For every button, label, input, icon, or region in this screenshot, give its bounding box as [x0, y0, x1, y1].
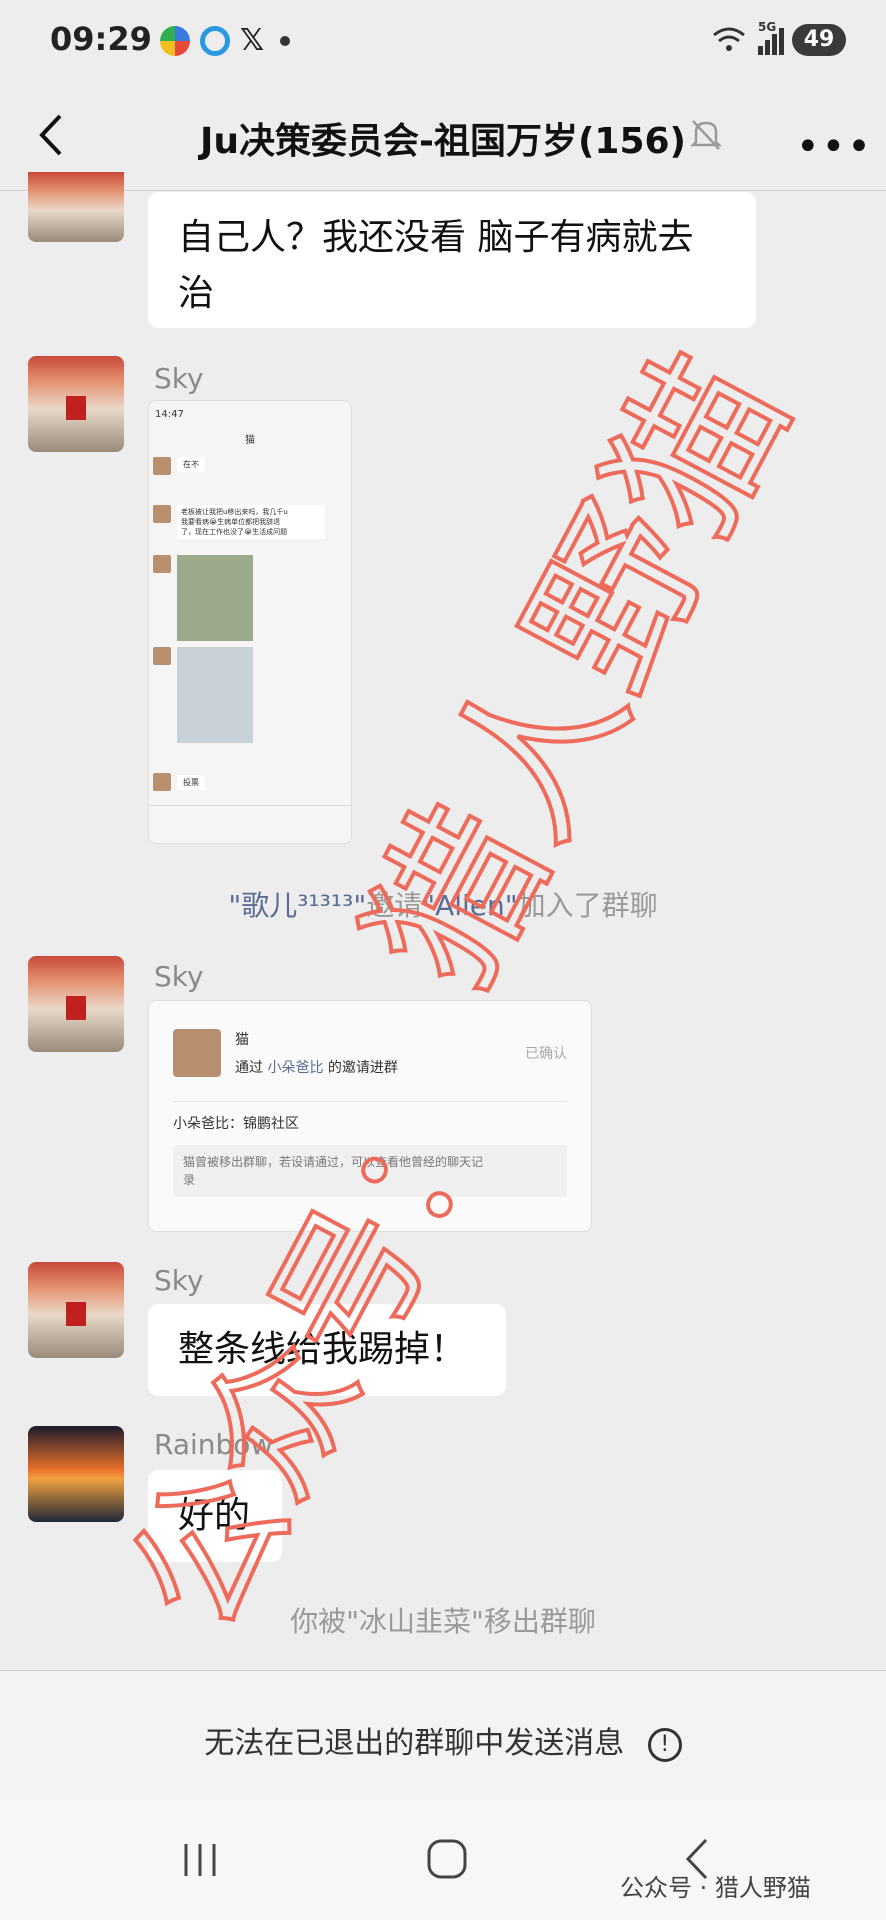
sender-avatar[interactable]	[28, 1262, 124, 1358]
card-avatar	[173, 1029, 221, 1077]
card-line2: 小朵爸比：锦鹏社区	[173, 1116, 299, 1132]
sender-avatar[interactable]	[28, 1426, 124, 1522]
app-notification-icon	[160, 26, 190, 56]
sender-avatar[interactable]	[28, 356, 124, 452]
sender-name: Sky	[154, 960, 204, 993]
image-message[interactable]: 14:47 猫 在不 老板被让我把u移出来吗，我几千u 我要看病😭生病单位都把我…	[148, 400, 352, 844]
footer-watermark: 公众号 · 猎人野猫	[620, 1874, 811, 1902]
battery-indicator: 49	[792, 24, 846, 56]
status-time: 09:29	[50, 20, 152, 58]
screenshot-avatar	[153, 505, 171, 523]
screenshot-image	[177, 555, 253, 641]
screenshot-bubble: 投票	[177, 775, 205, 790]
message-bubble[interactable]: 好的	[148, 1470, 282, 1562]
flag-icon	[66, 1302, 86, 1326]
screenshot-divider	[149, 805, 351, 806]
app-notification-icon-2	[200, 26, 230, 56]
screenshot-avatar	[153, 647, 171, 665]
card-divider	[173, 1101, 567, 1102]
cannot-send-notice: 无法在已退出的群聊中发送消息 !	[0, 1718, 886, 1762]
sender-name: Sky	[154, 362, 204, 395]
home-button[interactable]	[426, 1838, 468, 1884]
screenshot-time: 14:47	[155, 409, 184, 420]
more-options-button[interactable]: •••	[796, 124, 873, 170]
card-line1: 通过 小朵爸比 的邀请进群	[235, 1060, 398, 1076]
card-status: 已确认	[525, 1046, 567, 1062]
sender-avatar[interactable]	[28, 172, 124, 242]
system-message: 你被"冰山韭菜"移出群聊	[290, 1605, 596, 1638]
card-name: 猫	[235, 1032, 249, 1048]
sender-avatar[interactable]	[28, 956, 124, 1052]
home-icon	[427, 1839, 467, 1879]
screenshot-chat-title: 猫	[245, 435, 255, 446]
message-bubble[interactable]: 自己人？我还没看 脑子有病就去治	[148, 192, 756, 328]
screenshot-bubble: 在不	[177, 457, 205, 472]
sender-name: Sky	[154, 1264, 204, 1297]
screenshot-avatar	[153, 457, 171, 475]
screenshot-bubble: 老板被让我把u移出来吗，我几千u 我要看病😭生病单位都把我辞退 了，现在工作也没…	[177, 505, 325, 539]
dot-icon	[280, 36, 290, 46]
card-note: 猫曾被移出群聊，若设请通过，可以查看他曾经的聊天记录	[183, 1155, 484, 1187]
card-note-box: 猫曾被移出群聊，若设请通过，可以查看他曾经的聊天记录	[173, 1145, 567, 1197]
info-icon[interactable]: !	[647, 1727, 682, 1762]
network-type-label: 5G	[758, 20, 777, 34]
sender-name: Rainbow	[154, 1428, 274, 1461]
recent-apps-button[interactable]	[180, 1840, 220, 1884]
forwarded-card[interactable]: 猫 通过 小朵爸比 的邀请进群 已确认 小朵爸比：锦鹏社区 猫曾被移出群聊，若设…	[148, 1000, 592, 1232]
screenshot-image	[177, 647, 253, 743]
chat-title: Ju决策委员会-祖国万岁(156)	[199, 121, 687, 162]
flag-icon	[66, 396, 86, 420]
wifi-icon	[712, 26, 746, 58]
x-icon: 𝕏	[240, 23, 265, 58]
status-app-icons: 𝕏	[160, 26, 290, 56]
system-message: "歌儿³¹³¹³"邀请"Allen"加入了群聊	[228, 889, 658, 922]
mute-icon	[689, 118, 723, 156]
screenshot-avatar	[153, 555, 171, 573]
screenshot-avatar	[153, 773, 171, 791]
recent-apps-icon	[184, 1844, 216, 1876]
message-bubble[interactable]: 整条线给我踢掉！	[148, 1304, 506, 1396]
flag-icon	[66, 996, 86, 1020]
